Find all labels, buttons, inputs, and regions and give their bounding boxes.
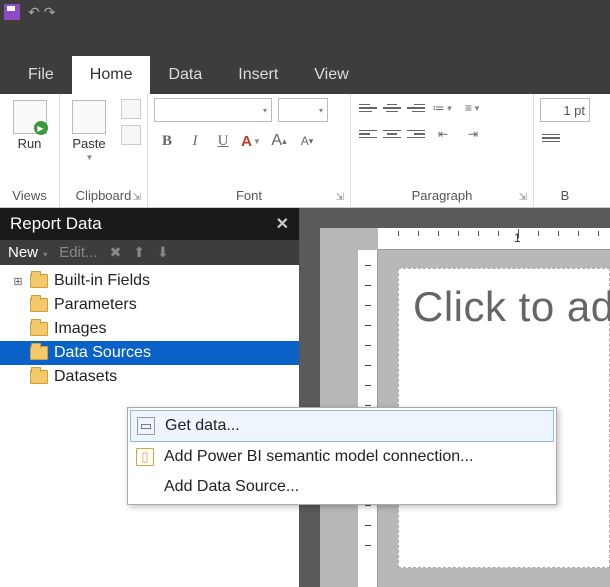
ribbon-group-border: 1 pt B <box>534 94 596 207</box>
run-icon: ▶ <box>13 100 47 134</box>
border-width-combo[interactable]: 1 pt <box>540 98 590 122</box>
font-color-button[interactable]: A▼ <box>238 128 264 154</box>
chevron-down-icon: ▾ <box>43 250 47 259</box>
power-bi-icon: ▯ <box>136 448 154 466</box>
tree-label: Images <box>54 320 106 338</box>
menu-label: Add Power BI semantic model connection..… <box>164 448 474 466</box>
tab-data[interactable]: Data <box>150 56 220 94</box>
number-list-button[interactable]: ≡▼ <box>459 98 487 118</box>
close-icon[interactable]: ✕ <box>276 214 289 234</box>
decrease-indent-button[interactable]: ⇤ <box>429 124 457 144</box>
menu-label: Get data... <box>165 417 240 435</box>
tree-item-images[interactable]: Images <box>0 317 299 341</box>
bold-button[interactable]: B <box>154 128 180 154</box>
ribbon-tabs: File Home Data Insert View <box>0 54 610 94</box>
ribbon-label-font: Font⇲ <box>154 186 344 205</box>
tree-item-builtin-fields[interactable]: ⊞ Built-in Fields <box>0 269 299 293</box>
ribbon-group-clipboard: Paste ▼ Clipboard⇲ <box>60 94 148 207</box>
tree-item-data-sources[interactable]: Data Sources <box>0 341 299 365</box>
panel-title: Report Data <box>10 214 102 234</box>
tree-item-datasets[interactable]: Datasets <box>0 365 299 389</box>
design-canvas: 1 Click to ad <box>300 208 610 587</box>
ribbon-group-font: ▾ ▾ B I U A▼ A▴ A▾ Font⇲ <box>148 94 351 207</box>
undo-icon[interactable]: ↶ <box>28 4 40 21</box>
clipboard-icon <box>72 100 106 134</box>
paste-button[interactable]: Paste ▼ <box>66 98 112 164</box>
launcher-icon[interactable]: ⇲ <box>133 192 141 203</box>
ribbon-group-paragraph: ≔▼ ≡▼ ⇤ ⇥ Paragraph⇲ <box>351 94 534 207</box>
run-button[interactable]: ▶ Run <box>7 98 53 153</box>
underline-button[interactable]: U <box>210 128 236 154</box>
tree-label: Built-in Fields <box>54 272 150 290</box>
tab-home[interactable]: Home <box>72 56 151 94</box>
ribbon-label-paragraph: Paragraph⇲ <box>357 186 527 205</box>
new-button[interactable]: New ▾ <box>8 244 47 261</box>
launcher-icon[interactable]: ⇲ <box>519 192 527 203</box>
folder-icon <box>30 274 48 288</box>
shrink-font-button[interactable]: A▾ <box>294 128 320 154</box>
panel-toolbar: New ▾ Edit... ✖ ⬆ ⬇ <box>0 240 299 265</box>
folder-icon <box>30 298 48 312</box>
tree-item-parameters[interactable]: Parameters <box>0 293 299 317</box>
menu-label: Add Data Source... <box>164 478 299 496</box>
expand-icon[interactable]: ⊞ <box>12 275 24 288</box>
title-spacer <box>0 24 610 54</box>
align-top-left-icon[interactable] <box>357 98 379 118</box>
launcher-icon[interactable]: ⇲ <box>336 192 344 203</box>
save-icon[interactable] <box>4 4 20 20</box>
align-top-center-icon[interactable] <box>381 98 403 118</box>
tab-insert[interactable]: Insert <box>220 56 296 94</box>
font-size-combo[interactable]: ▾ <box>278 98 328 122</box>
report-tree: ⊞ Built-in Fields Parameters Images Data… <box>0 265 299 393</box>
ribbon: ▶ Run Views Paste ▼ Clipboard⇲ ▾ <box>0 94 610 208</box>
redo-icon[interactable]: ↷ <box>44 4 56 21</box>
blank-icon <box>136 478 154 496</box>
get-data-icon: ▭ <box>137 417 155 435</box>
title-placeholder[interactable]: Click to ad <box>413 283 610 331</box>
horizontal-ruler: 1 <box>378 228 610 250</box>
font-family-combo[interactable]: ▾ <box>154 98 272 122</box>
ruler-number: 1 <box>514 231 521 245</box>
increase-indent-button[interactable]: ⇥ <box>459 124 487 144</box>
folder-icon <box>30 346 48 360</box>
paste-label: Paste <box>72 136 105 151</box>
align-center-icon[interactable] <box>381 124 403 144</box>
tab-view[interactable]: View <box>296 56 366 94</box>
chevron-down-icon: ▼ <box>86 153 94 162</box>
run-label: Run <box>18 136 42 151</box>
tree-label: Parameters <box>54 296 137 314</box>
folder-icon <box>30 322 48 336</box>
border-style-icon[interactable] <box>540 128 562 148</box>
delete-icon: ✖ <box>110 244 122 261</box>
move-down-icon: ⬇ <box>157 244 169 261</box>
bullet-list-button[interactable]: ≔▼ <box>429 98 457 118</box>
ribbon-label-views: Views <box>6 186 53 205</box>
copy-icon[interactable] <box>121 125 141 145</box>
tab-file[interactable]: File <box>10 56 72 94</box>
ribbon-label-clipboard: Clipboard⇲ <box>66 186 141 205</box>
move-up-icon: ⬆ <box>133 244 145 261</box>
cut-icon[interactable] <box>121 99 141 119</box>
panel-title-bar: Report Data ✕ <box>0 208 299 240</box>
quick-access-toolbar: ↶ ↷ <box>0 0 610 24</box>
report-data-panel: Report Data ✕ New ▾ Edit... ✖ ⬆ ⬇ ⊞ Buil… <box>0 208 300 587</box>
edit-button: Edit... <box>59 244 97 261</box>
tree-label: Datasets <box>54 368 117 386</box>
menu-item-add-pbi-connection[interactable]: ▯ Add Power BI semantic model connection… <box>130 442 554 472</box>
align-right-icon[interactable] <box>405 124 427 144</box>
menu-item-add-data-source[interactable]: Add Data Source... <box>130 472 554 502</box>
ribbon-group-views: ▶ Run Views <box>0 94 60 207</box>
tree-label: Data Sources <box>54 344 151 362</box>
grow-font-button[interactable]: A▴ <box>266 128 292 154</box>
context-menu: ▭ Get data... ▯ Add Power BI semantic mo… <box>127 407 557 505</box>
italic-button[interactable]: I <box>182 128 208 154</box>
align-top-right-icon[interactable] <box>405 98 427 118</box>
ribbon-label-border: B <box>540 186 590 205</box>
folder-icon <box>30 370 48 384</box>
menu-item-get-data[interactable]: ▭ Get data... <box>130 410 554 442</box>
align-left-icon[interactable] <box>357 124 379 144</box>
